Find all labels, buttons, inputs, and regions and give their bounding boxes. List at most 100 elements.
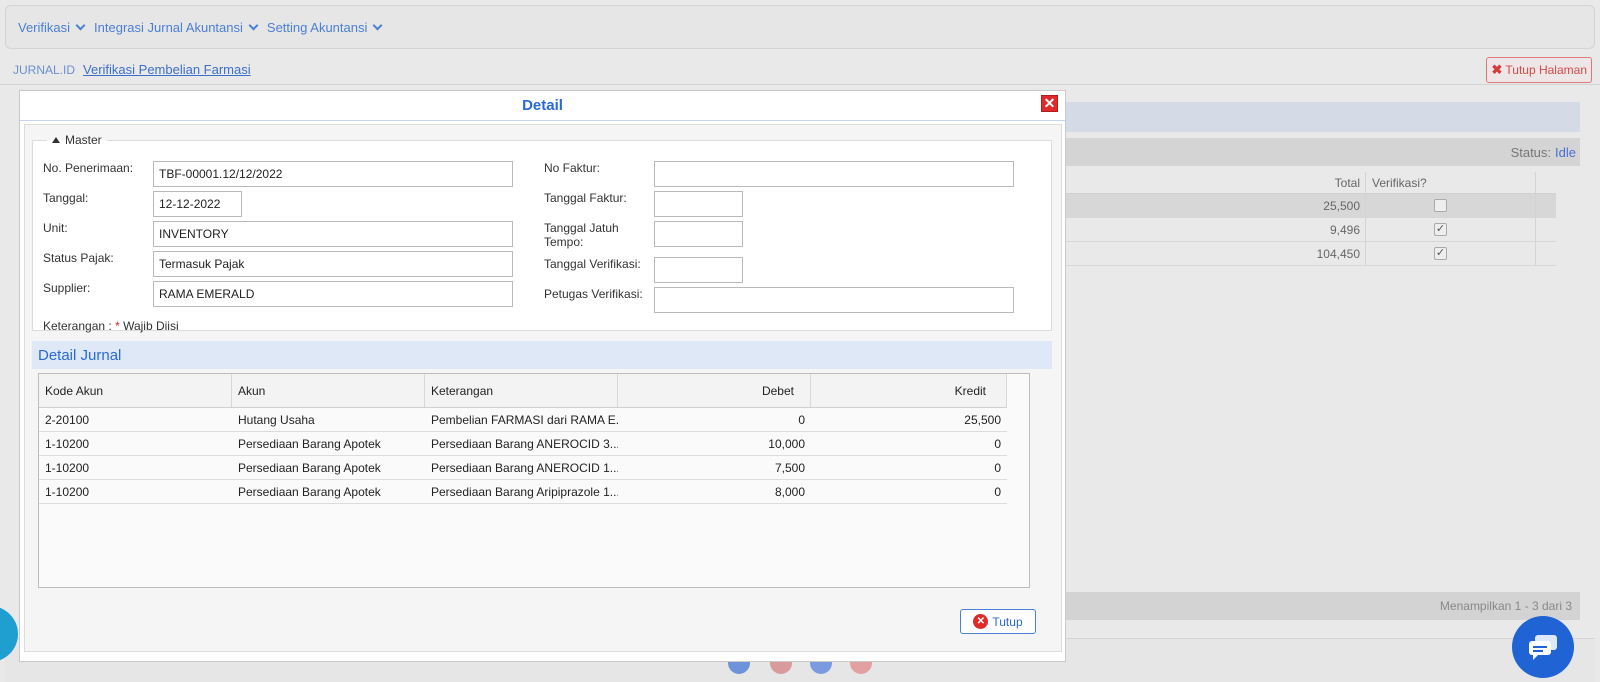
column-header-keterangan[interactable]: Keterangan (425, 374, 618, 407)
kode-akun-cell: 2-20100 (45, 412, 90, 427)
tanggal-input[interactable]: 12-12-2022 (153, 191, 242, 217)
total-cell: 9,496 (1046, 218, 1366, 241)
kode-akun-cell: 1-10200 (45, 460, 90, 475)
field-label: Unit: (43, 221, 68, 235)
field-label: Status Pajak: (43, 251, 114, 265)
dialog-body: Master No. Penerimaan: TBF-00001.12/12/2… (24, 124, 1062, 652)
close-button[interactable]: ✕ Tutup (960, 609, 1036, 634)
akun-cell: Hutang Usaha (238, 412, 315, 427)
pagination-info: Menampilkan 1 - 3 dari 3 (1439, 599, 1572, 613)
column-header-total[interactable]: Total (1046, 172, 1366, 193)
breadcrumb-current[interactable]: Verifikasi Pembelian Farmasi (83, 62, 251, 77)
close-icon: ✖ (1491, 62, 1503, 77)
debet-cell: 7,500 (774, 460, 805, 475)
field-tanggal-faktur: Tanggal Faktur: (544, 191, 743, 217)
status-pajak-input[interactable]: Termasuk Pajak (153, 251, 513, 277)
tanggal-faktur-input[interactable] (654, 191, 743, 217)
verify-checkbox[interactable]: ✓ (1434, 223, 1447, 236)
grid-header-row: Kode Akun Akun Keterangan Debet Kredit (39, 374, 1007, 408)
table-row[interactable]: 9,496 ✓ (1046, 218, 1556, 242)
kredit-cell: 25,500 (964, 412, 1001, 427)
tanggal-jatuh-tempo-input[interactable] (654, 221, 743, 247)
debet-cell: 10,000 (768, 436, 805, 451)
field-label: Tanggal Faktur: (544, 191, 627, 205)
field-tanggal-jatuh-tempo: Tanggal Jatuh Tempo: (544, 221, 743, 249)
detail-jurnal-header: Detail Jurnal (32, 341, 1052, 369)
table-row[interactable]: 104,450 ✓ (1046, 242, 1556, 266)
column-header-debet[interactable]: Debet (618, 374, 811, 407)
field-label: No Faktur: (544, 161, 601, 175)
field-label: Tanggal Verifikasi: (544, 257, 641, 271)
field-no-penerimaan: No. Penerimaan: TBF-00001.12/12/2022 (43, 161, 513, 187)
kredit-cell: 0 (994, 484, 1001, 499)
close-icon[interactable]: ✕ (1041, 95, 1058, 112)
menu-verifikasi[interactable]: Verifikasi (18, 19, 86, 35)
column-header-kode-akun[interactable]: Kode Akun (39, 374, 232, 407)
keterangan-cell: Persediaan Barang ANEROCID 3... (431, 436, 618, 451)
verify-checkbox[interactable] (1434, 199, 1447, 212)
chat-button[interactable] (1512, 616, 1574, 678)
breadcrumb-root[interactable]: JURNAL.ID (13, 63, 75, 77)
menu-setting-akuntansi[interactable]: Setting Akuntansi (267, 20, 383, 35)
field-unit: Unit: INVENTORY (43, 221, 513, 247)
keterangan-cell: Persediaan Barang ANEROCID 1... (431, 460, 618, 475)
field-label: Petugas Verifikasi: (544, 287, 643, 301)
keterangan-cell: Pembelian FARMASI dari RAMA E... (431, 412, 618, 427)
column-header-verifikasi[interactable]: Verifikasi? (1366, 172, 1536, 193)
field-no-faktur: No Faktur: (544, 161, 1014, 187)
akun-cell: Persediaan Barang Apotek (238, 436, 381, 451)
required-star: * (115, 319, 120, 333)
status-bar: Status: Idle (1046, 138, 1580, 166)
table-row[interactable]: 1-10200 Persediaan Barang Apotek Persedi… (39, 480, 1007, 504)
close-icon: ✕ (973, 614, 989, 629)
table-row[interactable]: 25,500 (1046, 194, 1556, 218)
supplier-input[interactable]: RAMA EMERALD (153, 281, 513, 307)
breadcrumb: JURNAL.ID Verifikasi Pembelian Farmasi (13, 62, 251, 77)
no-penerimaan-input[interactable]: TBF-00001.12/12/2022 (153, 161, 513, 187)
pagination-bar: Menampilkan 1 - 3 dari 3 (1046, 592, 1580, 620)
field-label: Tanggal: (43, 191, 89, 205)
menu-label: Verifikasi (18, 19, 71, 35)
no-faktur-input[interactable] (654, 161, 1014, 187)
debet-cell: 8,000 (774, 484, 805, 499)
chevron-down-icon (75, 20, 86, 30)
master-legend[interactable]: Master (47, 133, 107, 147)
divider (0, 84, 1600, 85)
column-header-akun[interactable]: Akun (232, 374, 425, 407)
close-page-button[interactable]: ✖ Tutup Halaman (1486, 57, 1592, 83)
akun-cell: Persediaan Barang Apotek (238, 484, 381, 499)
dialog-header: Detail ✕ (20, 91, 1065, 121)
top-navigation: Verifikasi Integrasi Jurnal Akuntansi Se… (5, 5, 1595, 49)
field-label: Tanggal Jatuh Tempo: (544, 221, 619, 249)
detail-dialog: Detail ✕ Master No. Penerimaan: TBF-0000… (19, 90, 1066, 662)
kode-akun-cell: 1-10200 (45, 484, 90, 499)
field-status-pajak: Status Pajak: Termasuk Pajak (43, 251, 513, 277)
required-text: Wajib Diisi (123, 319, 179, 333)
table-row[interactable]: 1-10200 Persediaan Barang Apotek Persedi… (39, 432, 1007, 456)
column-header-kredit[interactable]: Kredit (811, 374, 1007, 407)
verify-checkbox[interactable]: ✓ (1434, 247, 1447, 260)
status-value: Idle (1555, 144, 1576, 160)
status-label: Status: (1510, 144, 1552, 160)
chevron-down-icon (248, 20, 259, 30)
background-panel-header (1046, 102, 1580, 132)
collapse-triangle-icon (52, 137, 60, 143)
background-grid: Total Verifikasi? 25,500 9,496 ✓ 104,450… (1046, 172, 1556, 266)
menu-label: Integrasi Jurnal Akuntansi (94, 19, 243, 35)
petugas-verifikasi-input[interactable] (654, 287, 1014, 313)
detail-jurnal-grid: Kode Akun Akun Keterangan Debet Kredit 2… (38, 373, 1030, 588)
field-label: No. Penerimaan: (43, 161, 134, 175)
dialog-title: Detail (522, 97, 563, 114)
akun-cell: Persediaan Barang Apotek (238, 460, 381, 475)
close-button-label: Tutup (992, 614, 1023, 629)
background-grid-header: Total Verifikasi? (1046, 172, 1556, 194)
table-row[interactable]: 2-20100 Hutang Usaha Pembelian FARMASI d… (39, 408, 1007, 432)
table-row[interactable]: 1-10200 Persediaan Barang Apotek Persedi… (39, 456, 1007, 480)
master-fieldset: Master No. Penerimaan: TBF-00001.12/12/2… (32, 133, 1052, 333)
field-supplier: Supplier: RAMA EMERALD (43, 281, 513, 307)
field-tanggal-verifikasi: Tanggal Verifikasi: (544, 257, 743, 283)
menu-integrasi-jurnal[interactable]: Integrasi Jurnal Akuntansi (94, 19, 259, 35)
keterangan-cell: Persediaan Barang Aripiprazole 1... (431, 484, 618, 499)
unit-input[interactable]: INVENTORY (153, 221, 513, 247)
tanggal-verifikasi-input[interactable] (654, 257, 743, 283)
